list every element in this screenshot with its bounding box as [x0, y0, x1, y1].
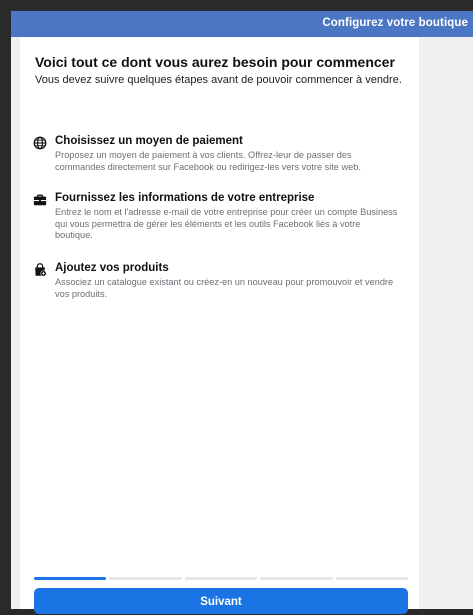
briefcase-icon: [33, 193, 47, 207]
setup-window: Configurez votre boutique Voici tout ce …: [11, 11, 473, 614]
step-description: Associez un catalogue existant ou créez-…: [55, 277, 394, 299]
setup-panel: Voici tout ce dont vous aurez besoin pou…: [20, 37, 419, 614]
next-button[interactable]: Suivant: [34, 588, 408, 614]
step-description: Entrez le nom et l'adresse e-mail de vot…: [55, 207, 398, 241]
step-title: Ajoutez vos produits: [55, 262, 169, 274]
globe-icon: [33, 136, 47, 150]
page-subtitle: Vous devez suivre quelques étapes avant …: [35, 74, 402, 86]
step-title: Choisissez un moyen de paiement: [55, 135, 243, 147]
shopping-bag-add-icon: [33, 263, 47, 277]
step-progress-bar: [34, 577, 408, 580]
page-title: Voici tout ce dont vous aurez besoin pou…: [35, 54, 395, 70]
window-title: Configurez votre boutique: [322, 17, 468, 29]
step-description: Proposez un moyen de paiement à vos clie…: [55, 150, 361, 172]
top-bar: Configurez votre boutique: [11, 11, 473, 37]
progress-segment: [109, 577, 182, 580]
progress-segment: [34, 577, 107, 580]
progress-segment: [335, 577, 408, 580]
progress-segment: [260, 577, 333, 580]
step-title: Fournissez les informations de votre ent…: [55, 192, 315, 204]
progress-segment: [184, 577, 258, 580]
